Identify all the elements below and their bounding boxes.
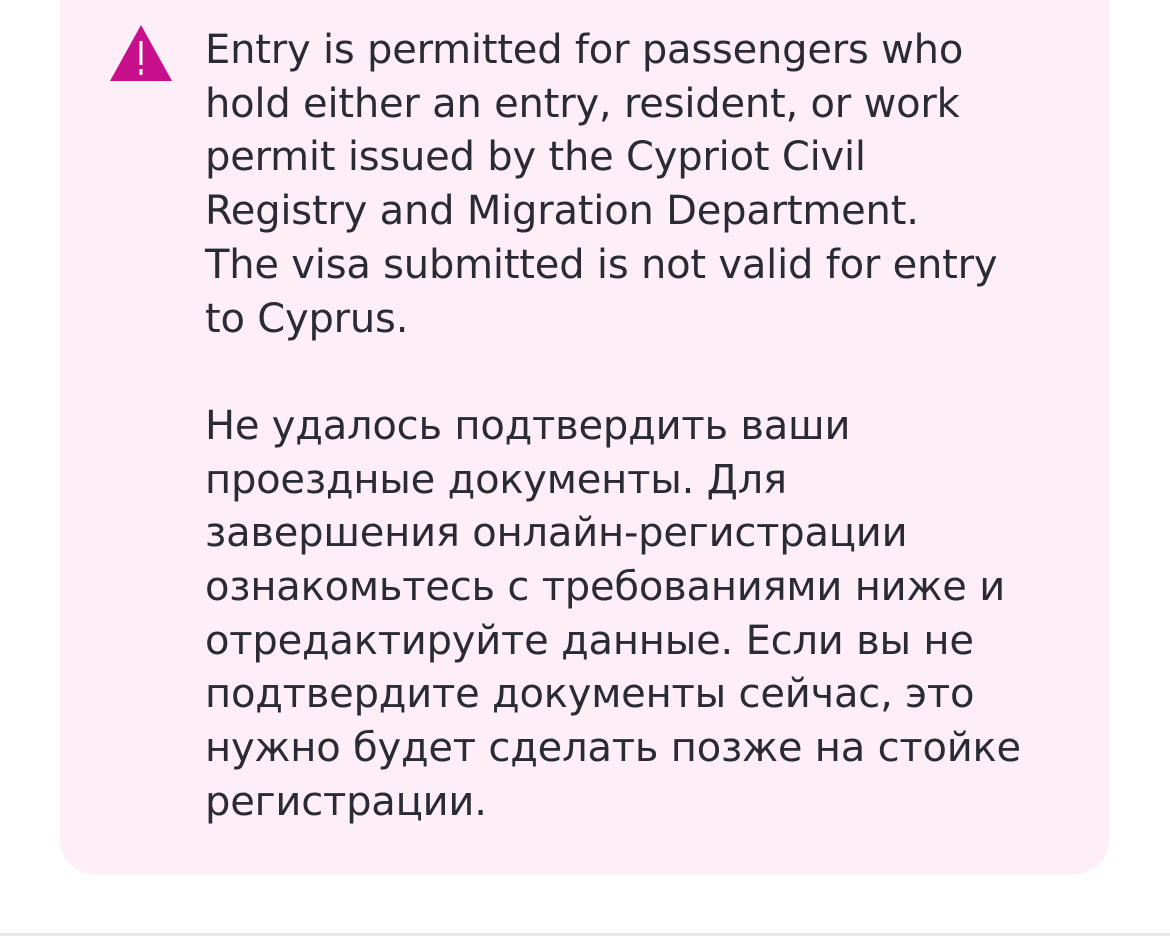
message-russian: Не удалось подтвердить ваши проездные до… xyxy=(205,402,1021,825)
bottom-divider xyxy=(0,933,1170,936)
message-english: Entry is permitted for passengers who ho… xyxy=(205,27,998,342)
alert-message: Entry is permitted for passengers who ho… xyxy=(205,24,1085,830)
warning-triangle-icon xyxy=(108,23,174,83)
